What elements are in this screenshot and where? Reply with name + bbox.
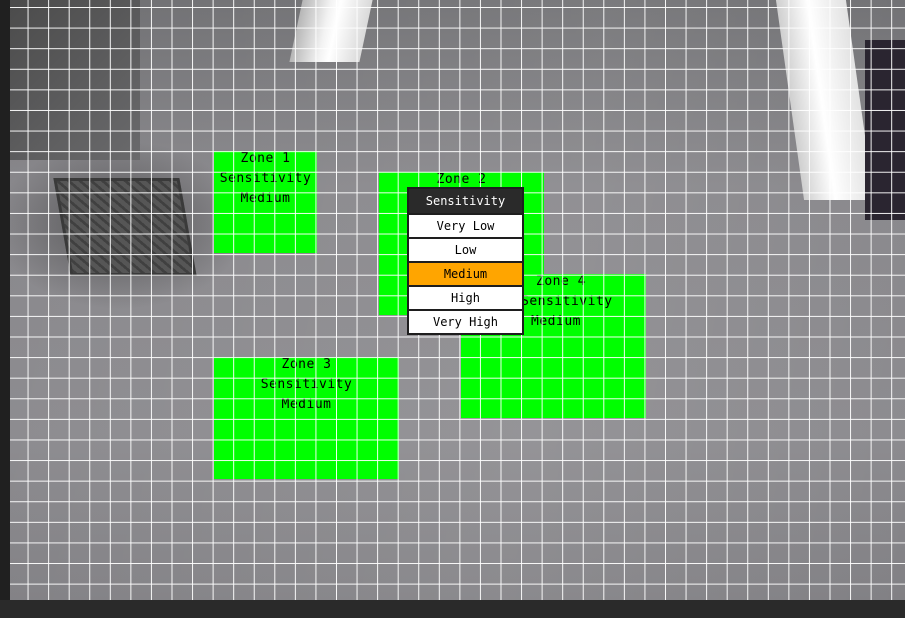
zone-sensitivity-label: Sensitivity (260, 377, 353, 392)
ceiling-light-right (775, 0, 875, 200)
zone-sensitivity-level: Medium (240, 191, 291, 206)
frame-edge-bottom (0, 600, 905, 618)
option-medium[interactable]: Medium (409, 263, 522, 285)
zone-sensitivity-label: Sensitivity (219, 171, 312, 186)
floor-drain (53, 178, 197, 276)
zone-sensitivity-label: Sensitivity (521, 294, 613, 309)
zone-sensitivity-level: Medium (281, 397, 332, 412)
zone-name: Zone 1 (240, 151, 291, 166)
dark-corner (865, 40, 905, 220)
option-very-high[interactable]: Very High (409, 311, 522, 333)
wall-area (0, 0, 140, 160)
option-low[interactable]: Low (409, 239, 522, 261)
sensitivity-menu-title: Sensitivity (409, 189, 522, 213)
sensitivity-menu: Sensitivity Very Low Low Medium High Ver… (407, 187, 524, 335)
zone-name: Zone 4 (536, 274, 586, 289)
zone-1[interactable]: Zone 1 Sensitivity Medium (214, 151, 317, 253)
ceiling-light (289, 0, 373, 62)
zone-name: Zone 2 (436, 172, 487, 187)
option-very-low[interactable]: Very Low (409, 215, 522, 237)
frame-edge-left (0, 0, 10, 618)
zone-sensitivity-level: Medium (531, 314, 581, 329)
zone-name: Zone 3 (281, 357, 332, 372)
zone-3[interactable]: Zone 3 Sensitivity Medium (214, 357, 399, 479)
camera-view[interactable]: Zone 1 Sensitivity Medium Zone 2 Sensiti… (0, 0, 905, 618)
option-high[interactable]: High (409, 287, 522, 309)
